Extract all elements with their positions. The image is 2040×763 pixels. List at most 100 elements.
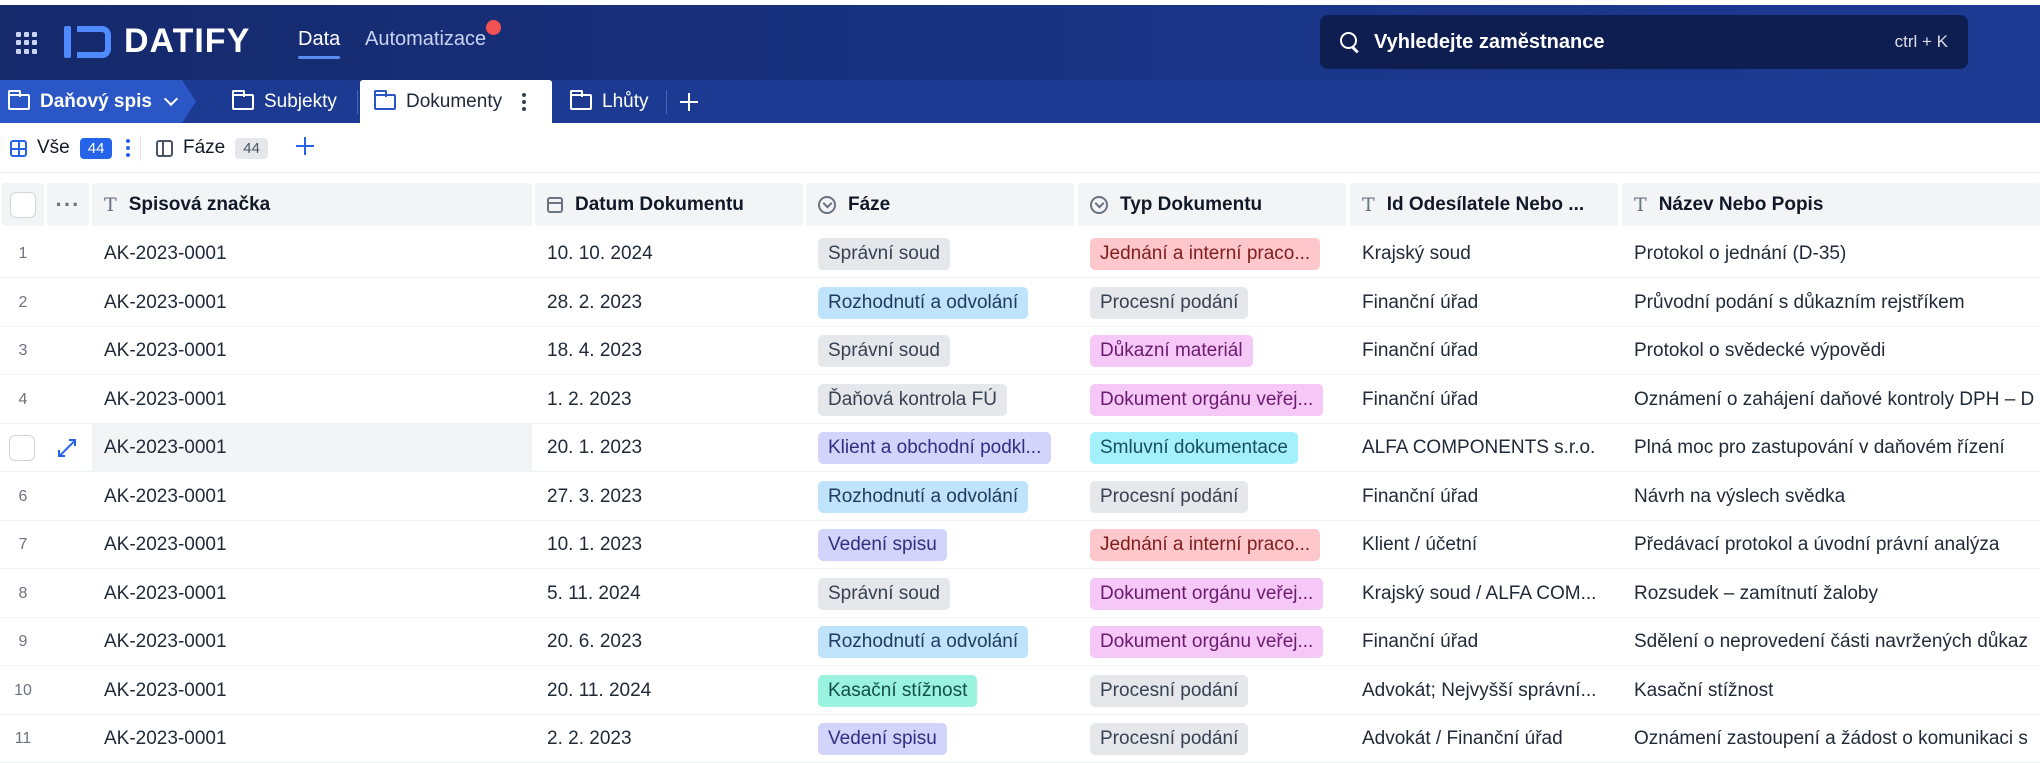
cell-datum-dokumentu[interactable]: 18. 4. 2023: [535, 327, 803, 375]
cell-datum-dokumentu[interactable]: 28. 2. 2023: [535, 279, 803, 327]
table-row[interactable]: 7 AK-2023-0001 10. 1. 2023 Vedení spisu Jedn…: [0, 521, 2040, 569]
cell-nazev-nebo-popis[interactable]: Sdělení o neprovedení části navržených d…: [1622, 618, 2040, 666]
cell-nazev-nebo-popis[interactable]: Rozsudek – zamítnutí žaloby: [1622, 570, 2040, 618]
add-view-icon[interactable]: [296, 137, 314, 155]
table-row[interactable]: 1 AK-2023-0001 10. 10. 2024 Správní soud Jed…: [0, 230, 2040, 278]
cell-id-odesilatele[interactable]: ALFA COMPONENTS s.r.o.: [1350, 424, 1618, 472]
column-options-cell[interactable]: ···: [47, 183, 89, 226]
column-header-id-odesilatele[interactable]: T Id Odesílatele Nebo ...: [1350, 183, 1618, 226]
cell-typ-dokumentu[interactable]: Dokument orgánu veřej...: [1078, 618, 1346, 666]
cell-nazev-nebo-popis[interactable]: Protokol o svědecké výpovědi: [1622, 327, 2040, 375]
cell-typ-dokumentu[interactable]: Dokument orgánu veřej...: [1078, 570, 1346, 618]
cell-nazev-nebo-popis[interactable]: Protokol o jednání (D-35): [1622, 230, 2040, 278]
cell-faze[interactable]: Vedení spisu: [806, 715, 1074, 763]
cell-faze[interactable]: Správní soud: [806, 230, 1074, 278]
view-tab-faze[interactable]: Fáze 44: [156, 123, 268, 173]
cell-nazev-nebo-popis[interactable]: Oznámení o zahájení daňové kontroly DPH …: [1622, 376, 2040, 424]
cell-id-odesilatele[interactable]: Finanční úřad: [1350, 327, 1618, 375]
cell-faze[interactable]: Rozhodnutí a odvolání: [806, 618, 1074, 666]
cell-nazev-nebo-popis[interactable]: Oznámení zastoupení a žádost o komunikac…: [1622, 715, 2040, 763]
table-row[interactable]: 4 AK-2023-0001 1. 2. 2023 Ďaňová kontrola F…: [0, 376, 2040, 424]
column-header-nazev-nebo-popis[interactable]: T Název Nebo Popis: [1622, 183, 2040, 226]
cell-typ-dokumentu[interactable]: Dokument orgánu veřej...: [1078, 376, 1346, 424]
view-options-icon[interactable]: [126, 139, 131, 157]
cell-faze[interactable]: Správní soud: [806, 327, 1074, 375]
cell-datum-dokumentu[interactable]: 1. 2. 2023: [535, 376, 803, 424]
cell-nazev-nebo-popis[interactable]: Návrh na výslech svědka: [1622, 473, 2040, 521]
table-row[interactable]: 11 AK-2023-0001 2. 2. 2023 Vedení spisu Proc…: [0, 715, 2040, 763]
cell-faze[interactable]: Vedení spisu: [806, 521, 1074, 569]
cell-spisova-znacka[interactable]: AK-2023-0001: [92, 667, 532, 715]
cell-id-odesilatele[interactable]: Finanční úřad: [1350, 618, 1618, 666]
table-row[interactable]: 3 AK-2023-0001 18. 4. 2023 Správní soud Důka…: [0, 327, 2040, 375]
app-grid-icon[interactable]: [16, 32, 38, 54]
expand-row-icon[interactable]: [56, 437, 78, 459]
cell-spisova-znacka[interactable]: AK-2023-0001: [92, 618, 532, 666]
cell-spisova-znacka[interactable]: AK-2023-0001: [92, 230, 532, 278]
cell-spisova-znacka[interactable]: AK-2023-0001: [92, 570, 532, 618]
cell-nazev-nebo-popis[interactable]: Kasační stížnost: [1622, 667, 2040, 715]
cell-nazev-nebo-popis[interactable]: Předávací protokol a úvodní právní analý…: [1622, 521, 2040, 569]
cell-id-odesilatele[interactable]: Advokát; Nejvyšší správní...: [1350, 667, 1618, 715]
view-tab-vse[interactable]: Vše 44: [10, 123, 131, 173]
cell-faze[interactable]: Správní soud: [806, 570, 1074, 618]
add-tab-icon[interactable]: [680, 93, 698, 111]
cell-id-odesilatele[interactable]: Klient / účetní: [1350, 521, 1618, 569]
column-header-datum-dokumentu[interactable]: Datum Dokumentu: [535, 183, 803, 226]
tab-lhuty[interactable]: Lhůty: [556, 80, 662, 123]
cell-datum-dokumentu[interactable]: 20. 1. 2023: [535, 424, 803, 472]
table-row[interactable]: AK-2023-0001 20. 1. 2023 Klient a obchodní…: [0, 424, 2040, 472]
cell-faze[interactable]: Kasační stížnost: [806, 667, 1074, 715]
cell-spisova-znacka[interactable]: AK-2023-0001: [92, 279, 532, 327]
cell-id-odesilatele[interactable]: Finanční úřad: [1350, 376, 1618, 424]
cell-faze[interactable]: Ďaňová kontrola FÚ: [806, 376, 1074, 424]
tab-options-icon[interactable]: [522, 92, 527, 111]
cell-spisova-znacka[interactable]: AK-2023-0001: [92, 715, 532, 763]
cell-datum-dokumentu[interactable]: 10. 1. 2023: [535, 521, 803, 569]
cell-typ-dokumentu[interactable]: Jednání a interní praco...: [1078, 521, 1346, 569]
cell-spisova-znacka[interactable]: AK-2023-0001: [92, 327, 532, 375]
nav-tab-data[interactable]: Data: [298, 28, 341, 59]
cell-spisova-znacka[interactable]: AK-2023-0001: [92, 521, 532, 569]
cell-datum-dokumentu[interactable]: 27. 3. 2023: [535, 473, 803, 521]
cell-id-odesilatele[interactable]: Krajský soud: [1350, 230, 1618, 278]
cell-spisova-znacka[interactable]: AK-2023-0001: [92, 424, 532, 472]
table-row[interactable]: 2 AK-2023-0001 28. 2. 2023 Rozhodnutí a odv…: [0, 279, 2040, 327]
cell-id-odesilatele[interactable]: Finanční úřad: [1350, 473, 1618, 521]
cell-typ-dokumentu[interactable]: Důkazní materiál: [1078, 327, 1346, 375]
search-input[interactable]: Vyhledejte zaměstnance ctrl + K: [1320, 15, 1968, 69]
column-header-faze[interactable]: Fáze: [806, 183, 1074, 226]
table-row[interactable]: 10 AK-2023-0001 20. 11. 2024 Kasační stížno…: [0, 667, 2040, 715]
cell-datum-dokumentu[interactable]: 5. 11. 2024: [535, 570, 803, 618]
table-row[interactable]: 9 AK-2023-0001 20. 6. 2023 Rozhodnutí a odv…: [0, 618, 2040, 666]
column-header-typ-dokumentu[interactable]: Typ Dokumentu: [1078, 183, 1346, 226]
cell-id-odesilatele[interactable]: Krajský soud / ALFA COM...: [1350, 570, 1618, 618]
cell-typ-dokumentu[interactable]: Procesní podání: [1078, 715, 1346, 763]
nav-tab-automatizace[interactable]: Automatizace: [365, 28, 486, 51]
column-header-spisova-znacka[interactable]: T Spisová značka: [92, 183, 532, 226]
cell-typ-dokumentu[interactable]: Smluvní dokumentace: [1078, 424, 1346, 472]
tab-subjekty[interactable]: Subjekty: [218, 80, 351, 123]
cell-faze[interactable]: Klient a obchodní podkl...: [806, 424, 1074, 472]
cell-typ-dokumentu[interactable]: Jednání a interní praco...: [1078, 230, 1346, 278]
cell-typ-dokumentu[interactable]: Procesní podání: [1078, 279, 1346, 327]
select-all-checkbox[interactable]: [10, 191, 36, 218]
breadcrumb-workspace[interactable]: Daňový spis: [0, 80, 196, 123]
table-row[interactable]: 6 AK-2023-0001 27. 3. 2023 Rozhodnutí a odv…: [0, 473, 2040, 521]
cell-datum-dokumentu[interactable]: 20. 6. 2023: [535, 618, 803, 666]
logo[interactable]: DATIFY: [64, 22, 250, 61]
cell-datum-dokumentu[interactable]: 20. 11. 2024: [535, 667, 803, 715]
cell-nazev-nebo-popis[interactable]: Plná moc pro zastupování v daňovém řízen…: [1622, 424, 2040, 472]
cell-spisova-znacka[interactable]: AK-2023-0001: [92, 473, 532, 521]
cell-id-odesilatele[interactable]: Finanční úřad: [1350, 279, 1618, 327]
cell-spisova-znacka[interactable]: AK-2023-0001: [92, 376, 532, 424]
table-row[interactable]: 8 AK-2023-0001 5. 11. 2024 Správní soud Doku…: [0, 570, 2040, 618]
cell-datum-dokumentu[interactable]: 10. 10. 2024: [535, 230, 803, 278]
cell-datum-dokumentu[interactable]: 2. 2. 2023: [535, 715, 803, 763]
cell-typ-dokumentu[interactable]: Procesní podání: [1078, 473, 1346, 521]
cell-faze[interactable]: Rozhodnutí a odvolání: [806, 473, 1074, 521]
row-checkbox[interactable]: [9, 435, 35, 461]
cell-id-odesilatele[interactable]: Advokát / Finanční úřad: [1350, 715, 1618, 763]
cell-faze[interactable]: Rozhodnutí a odvolání: [806, 279, 1074, 327]
cell-typ-dokumentu[interactable]: Procesní podání: [1078, 667, 1346, 715]
